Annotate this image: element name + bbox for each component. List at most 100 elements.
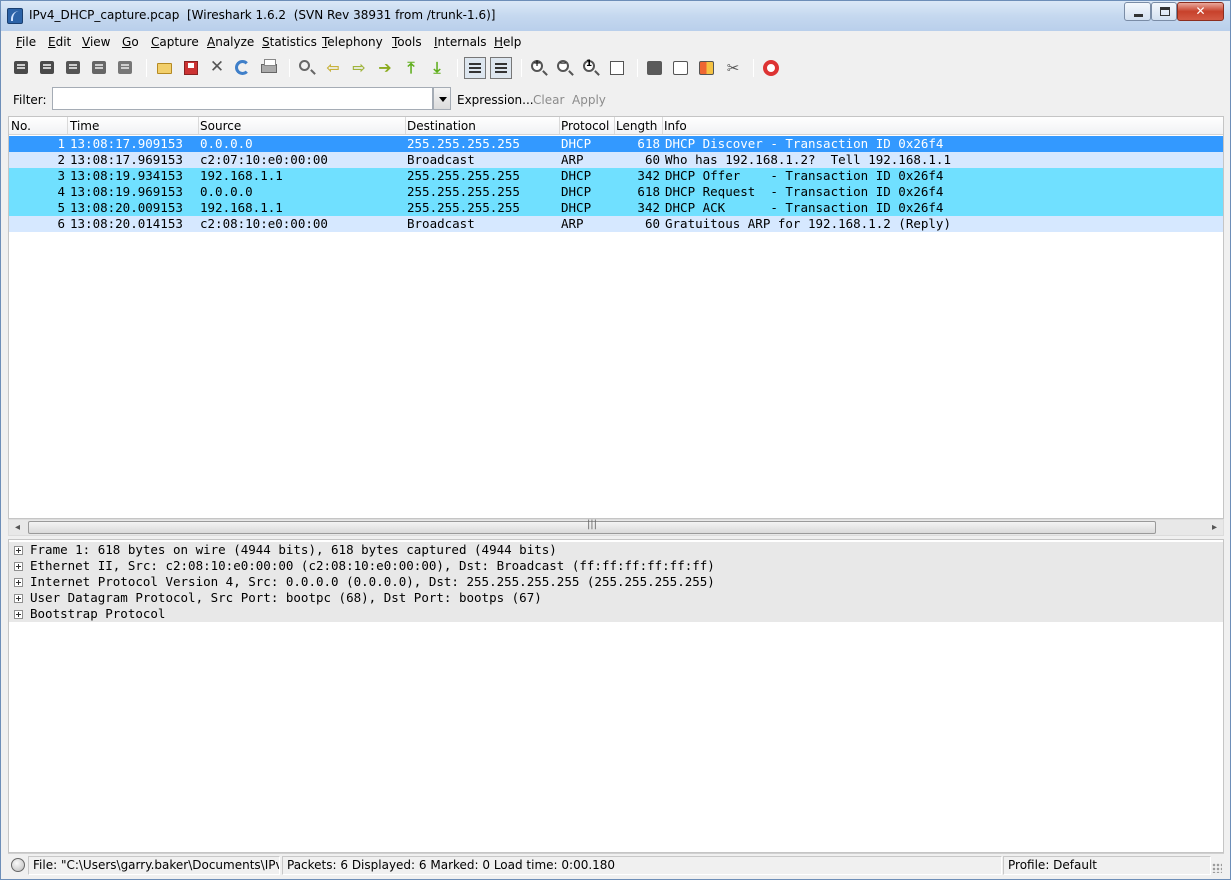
resize-columns-button[interactable] [607, 58, 627, 78]
cell-destination: 255.255.255.255 [407, 184, 520, 199]
column-divider[interactable] [67, 117, 68, 134]
title-bar[interactable]: IPv4_DHCP_capture.pcap [Wireshark 1.6.2 … [1, 1, 1230, 31]
display-filter-input[interactable] [52, 87, 433, 110]
go-first-button[interactable]: ⤒ [401, 58, 421, 78]
column-header-info[interactable]: Info [664, 119, 687, 133]
go-last-button[interactable]: ⤓ [427, 58, 447, 78]
save-file-button[interactable] [181, 58, 201, 78]
column-header-protocol[interactable]: Protocol [561, 119, 609, 133]
packet-details-pane[interactable]: Frame 1: 618 bytes on wire (4944 bits), … [8, 539, 1224, 853]
cell-time: 13:08:20.009153 [70, 200, 183, 215]
menu-view[interactable]: View [82, 35, 110, 49]
column-divider[interactable] [405, 117, 406, 134]
packet-row[interactable]: 4 13:08:19.969153 0.0.0.0 255.255.255.255 DH… [9, 184, 1223, 200]
expand-icon[interactable] [14, 546, 23, 555]
column-divider[interactable] [198, 117, 199, 134]
cell-no: 2 [57, 152, 65, 167]
expand-icon[interactable] [14, 610, 23, 619]
column-header-no[interactable]: No. [11, 119, 31, 133]
cell-no: 1 [57, 136, 65, 151]
expert-info-icon[interactable] [11, 858, 25, 872]
zoom-normal-button[interactable]: 1 [581, 58, 601, 78]
go-back-button[interactable]: ⇦ [323, 58, 343, 78]
packet-list-pane[interactable]: No. Time Source Destination Protocol Len… [8, 116, 1224, 519]
packet-row[interactable]: 6 13:08:20.014153 c2:08:10:e0:00:00 Broadca… [9, 216, 1223, 232]
stop-capture-button[interactable] [90, 58, 110, 78]
details-tree-row[interactable]: User Datagram Protocol, Src Port: bootpc… [9, 590, 1223, 606]
restart-capture-button[interactable] [116, 58, 136, 78]
menu-go[interactable]: Go [122, 35, 139, 49]
packet-list-hscrollbar[interactable]: ◂ ||| ▸ [8, 519, 1224, 536]
column-header-time[interactable]: Time [70, 119, 99, 133]
status-bar: File: "C:\Users\garry.baker\Documents\IP… [8, 853, 1224, 875]
menu-analyze[interactable]: Analyze [207, 35, 254, 49]
column-header-source[interactable]: Source [200, 119, 241, 133]
zoom-in-button[interactable]: + [529, 58, 549, 78]
packet-row[interactable]: 2 13:08:17.969153 c2:07:10:e0:00:00 Broadca… [9, 152, 1223, 168]
packet-row[interactable]: 1 13:08:17.909153 0.0.0.0 255.255.255.255 DH… [9, 136, 1223, 152]
filter-history-dropdown[interactable] [433, 87, 451, 110]
capture-options-button[interactable] [38, 58, 58, 78]
scroll-left-icon[interactable]: ◂ [9, 520, 26, 535]
menu-telephony[interactable]: Telephony [322, 35, 383, 49]
interface-list-button[interactable] [12, 58, 32, 78]
status-profile[interactable]: Profile: Default [1003, 856, 1211, 875]
cell-time: 13:08:19.969153 [70, 184, 183, 199]
packet-row[interactable]: 5 13:08:20.009153 192.168.1.1 255.255.255.2… [9, 200, 1223, 216]
expand-icon[interactable] [14, 562, 23, 571]
wireshark-app-icon[interactable] [7, 8, 23, 24]
toolbar-separator [637, 59, 638, 77]
print-button[interactable] [259, 58, 279, 78]
expand-icon[interactable] [14, 594, 23, 603]
column-header-destination[interactable]: Destination [407, 119, 476, 133]
capture-filters-button[interactable] [645, 58, 665, 78]
minimize-button[interactable] [1124, 2, 1151, 21]
menu-help[interactable]: Help [494, 35, 521, 49]
cell-info: DHCP Discover - Transaction ID 0x26f4 [665, 136, 944, 151]
column-header-length[interactable]: Length [616, 119, 657, 133]
apply-filter-button[interactable]: Apply [572, 93, 606, 107]
expression-button[interactable]: Expression... [457, 93, 534, 107]
packet-row[interactable]: 3 13:08:19.934153 192.168.1.1 255.255.255.2… [9, 168, 1223, 184]
go-back-icon: ⇦ [326, 58, 340, 77]
zoom-in-icon: + [531, 59, 543, 72]
menu-tools[interactable]: Tools [392, 35, 422, 49]
details-udp: User Datagram Protocol, Src Port: bootpc… [30, 590, 542, 605]
zoom-out-button[interactable]: − [555, 58, 575, 78]
menu-capture[interactable]: Capture [151, 35, 199, 49]
column-divider[interactable] [662, 117, 663, 134]
details-tree-row[interactable]: Ethernet II, Src: c2:08:10:e0:00:00 (c2:… [9, 558, 1223, 574]
menu-file[interactable]: File [16, 35, 36, 49]
clear-filter-button[interactable]: Clear [533, 93, 564, 107]
coloring-rules-button[interactable] [697, 58, 717, 78]
close-window-button[interactable]: ✕ [1177, 2, 1224, 21]
scroll-thumb[interactable]: ||| [28, 519, 1156, 534]
resize-grip-icon[interactable] [1212, 863, 1222, 873]
menu-statistics[interactable]: Statistics [262, 35, 317, 49]
wireshark-window: IPv4_DHCP_capture.pcap [Wireshark 1.6.2 … [0, 0, 1231, 880]
colorize-button[interactable] [463, 56, 487, 80]
reload-button[interactable] [233, 58, 253, 78]
column-divider[interactable] [559, 117, 560, 134]
column-divider[interactable] [614, 117, 615, 134]
go-forward-button[interactable]: ⇨ [349, 58, 369, 78]
close-file-button[interactable]: ✕ [207, 57, 227, 78]
open-file-button[interactable] [155, 58, 175, 78]
maximize-button[interactable] [1151, 2, 1177, 21]
display-filters-button[interactable] [671, 58, 691, 78]
help-button[interactable] [761, 58, 781, 78]
auto-scroll-button[interactable] [489, 56, 513, 80]
cell-protocol: ARP [561, 216, 584, 231]
start-capture-button[interactable] [64, 58, 84, 78]
details-tree-row[interactable]: Bootstrap Protocol [9, 606, 1223, 622]
find-packet-button[interactable] [297, 58, 317, 78]
preferences-button[interactable]: ✂ [723, 58, 743, 78]
details-tree-row[interactable]: Internet Protocol Version 4, Src: 0.0.0.… [9, 574, 1223, 590]
scroll-right-icon[interactable]: ▸ [1206, 520, 1223, 535]
details-tree-row[interactable]: Frame 1: 618 bytes on wire (4944 bits), … [9, 542, 1223, 558]
cell-info: DHCP Offer - Transaction ID 0x26f4 [665, 168, 944, 183]
menu-internals[interactable]: Internals [434, 35, 487, 49]
expand-icon[interactable] [14, 578, 23, 587]
go-to-packet-button[interactable]: ➔ [375, 58, 395, 78]
menu-edit[interactable]: Edit [48, 35, 71, 49]
